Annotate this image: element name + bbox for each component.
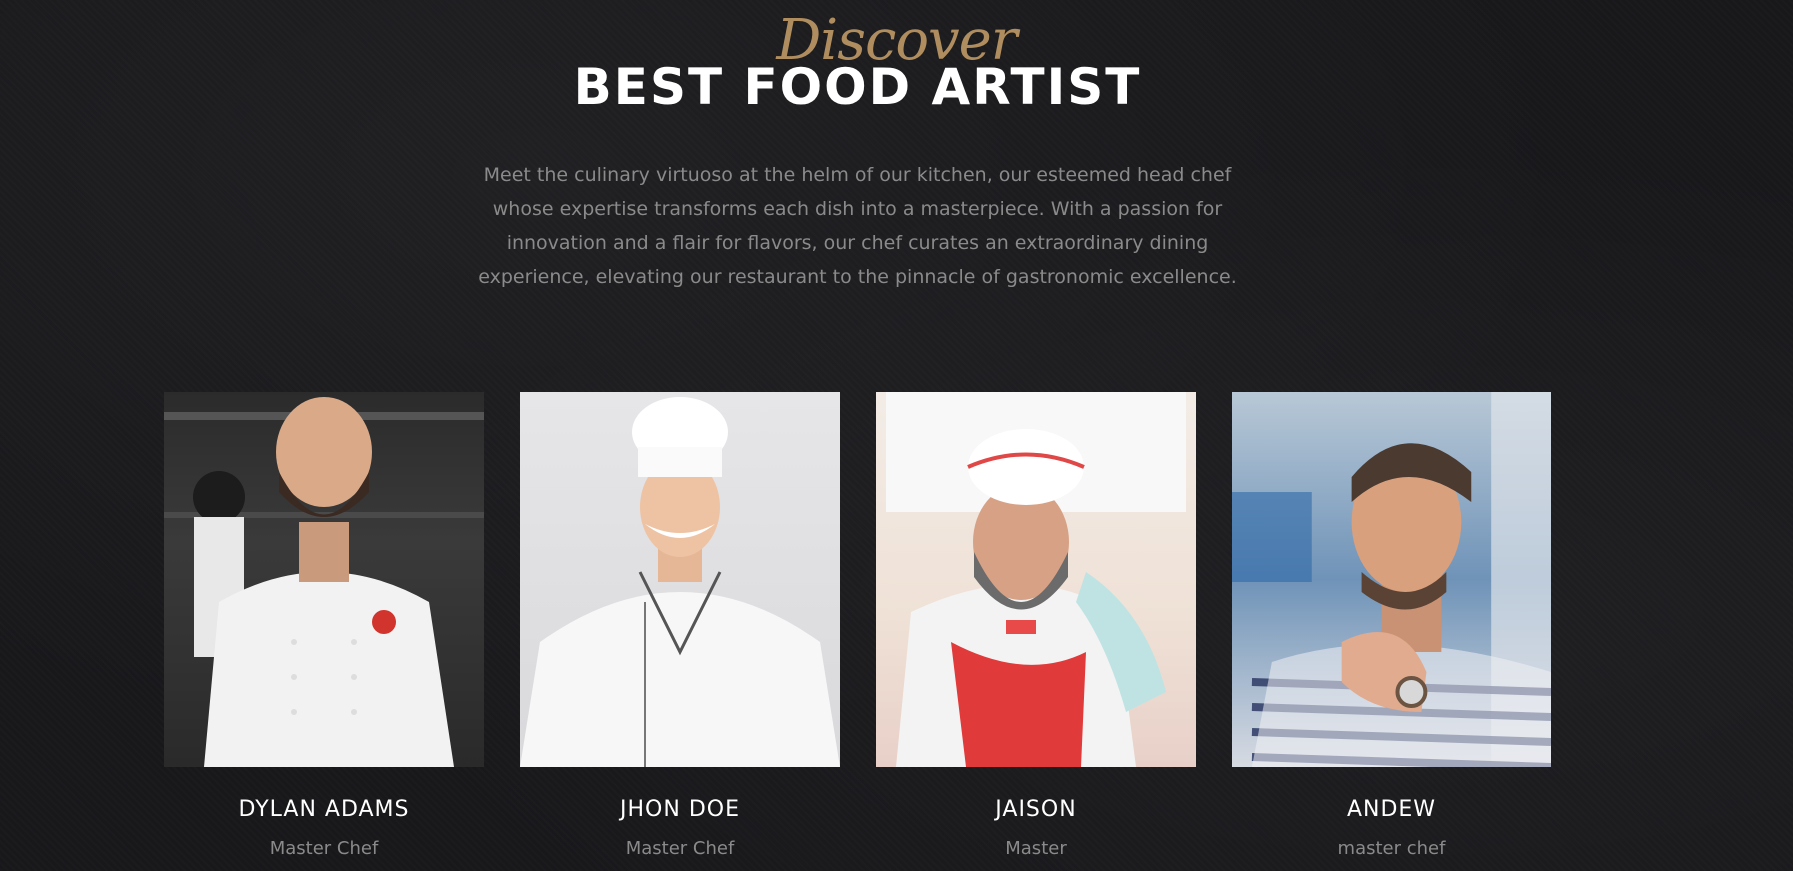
- section-title: BEST FOOD ARTIST: [573, 58, 1142, 116]
- chef-photo[interactable]: [164, 392, 484, 767]
- chef-photo-illustration: [520, 397, 840, 767]
- chef-role: master chef: [1337, 838, 1446, 859]
- chef-name: DYLAN ADAMS: [238, 797, 410, 822]
- chef-role: Master Chef: [269, 838, 379, 859]
- chef-role: Master: [1005, 838, 1067, 859]
- chef-photo-illustration: [1232, 392, 1551, 767]
- chef-card[interactable]: DYLAN ADAMS Master Chef: [164, 392, 484, 859]
- chef-card[interactable]: ANDEW master chef: [1232, 392, 1551, 859]
- chef-photo[interactable]: [876, 392, 1196, 767]
- chef-name: ANDEW: [1346, 797, 1437, 822]
- chef-photo-illustration: [164, 397, 484, 767]
- section-intro: Meet the culinary virtuoso at the helm o…: [478, 164, 1237, 288]
- chef-card[interactable]: JHON DOE Master Chef: [520, 392, 840, 859]
- chef-photo-illustration: [886, 392, 1186, 767]
- chef-role: Master Chef: [625, 838, 735, 859]
- chef-card[interactable]: JAISON Master: [876, 392, 1196, 859]
- chef-photo[interactable]: [1232, 392, 1551, 767]
- chef-photo[interactable]: [520, 392, 840, 767]
- chef-name: JAISON: [995, 797, 1077, 822]
- chef-name: JHON DOE: [620, 797, 740, 822]
